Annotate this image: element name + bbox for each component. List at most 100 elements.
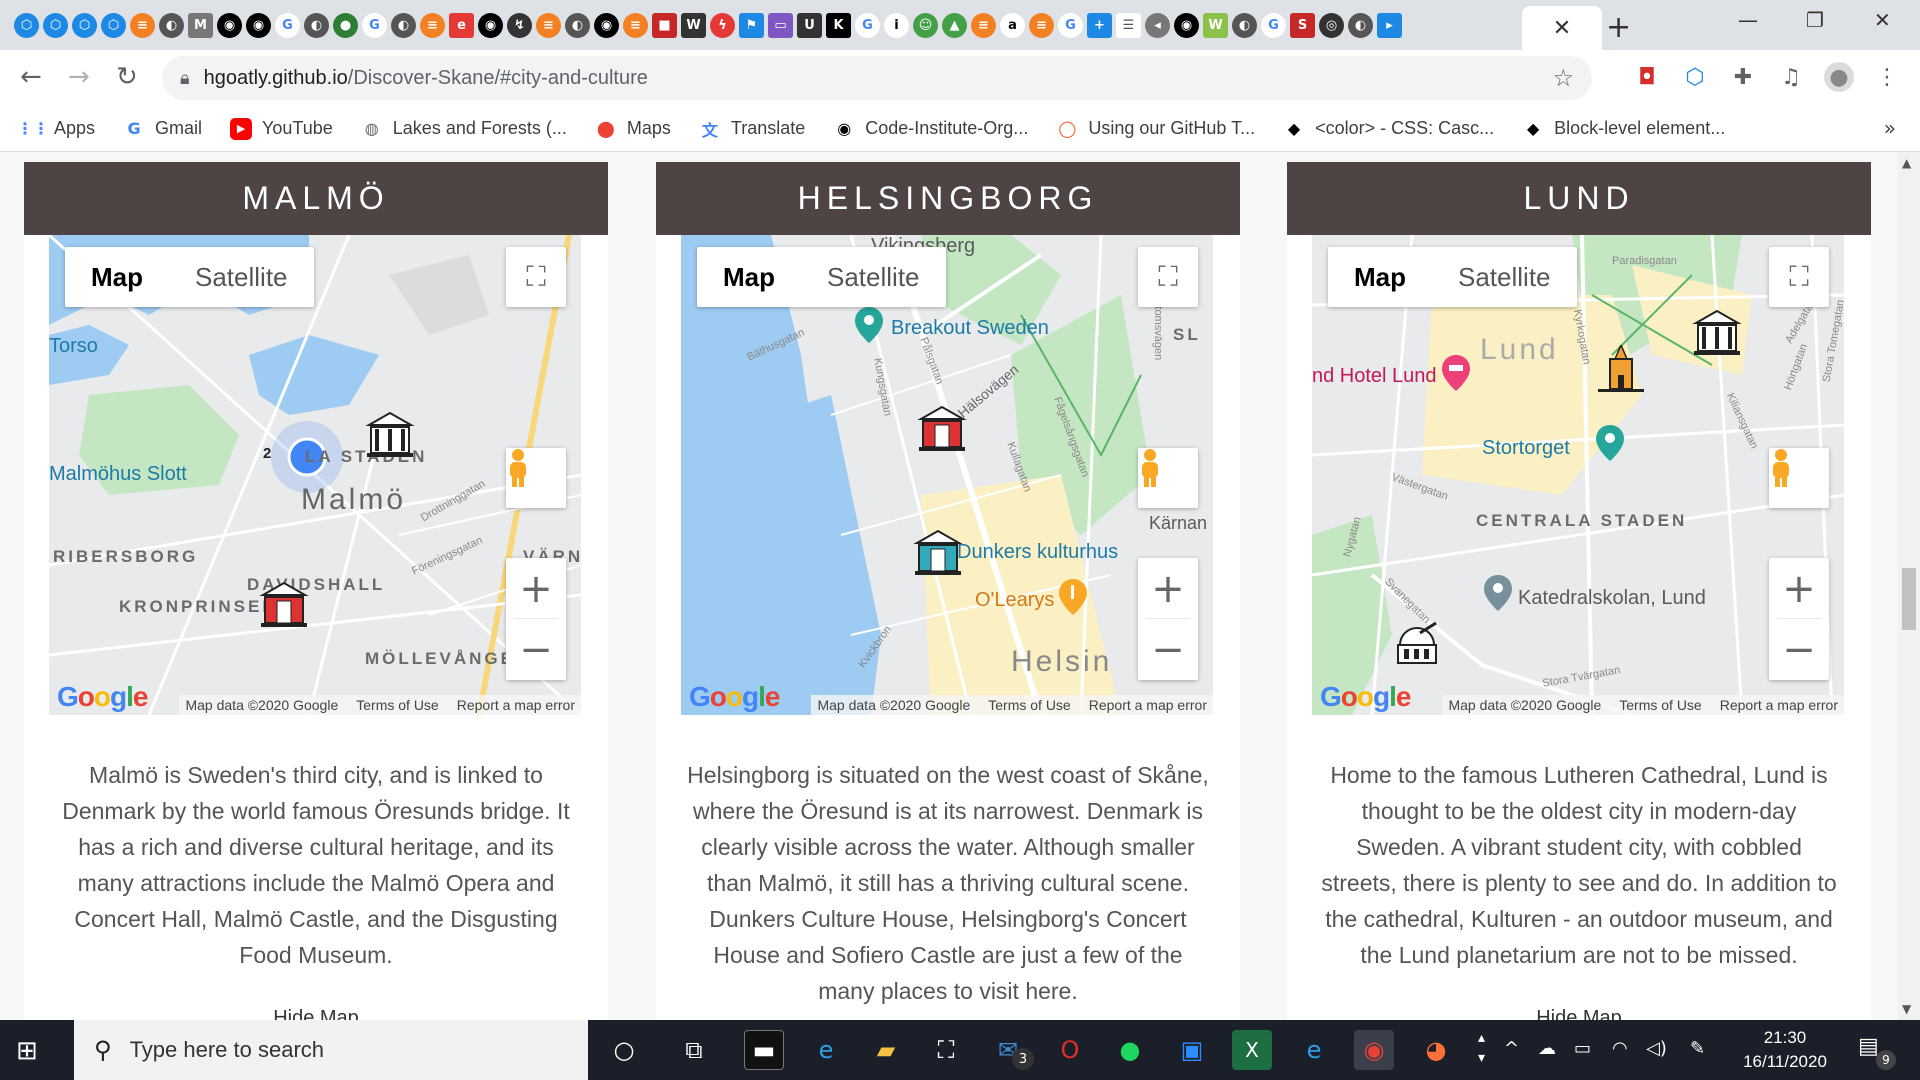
report-map-error-link[interactable]: Report a map error <box>1720 697 1838 713</box>
tab-favicon-icon[interactable]: i <box>884 12 909 38</box>
theatre-marker-icon[interactable] <box>917 405 967 453</box>
school-pin-icon[interactable] <box>1484 575 1512 611</box>
map-type-map-button[interactable]: Map <box>65 247 169 307</box>
tab-favicon-icon[interactable]: ⬡ <box>101 12 126 38</box>
planetarium-marker-icon[interactable] <box>1392 619 1442 667</box>
github-icon[interactable]: ◉ <box>246 12 271 38</box>
address-bar[interactable]: 🔒︎ hgoatly.github.io/Discover-Skane/#cit… <box>162 56 1592 100</box>
map-type-satellite-button[interactable]: Satellite <box>801 247 946 307</box>
reload-icon[interactable]: ↻ <box>116 62 138 92</box>
cathedral-marker-icon[interactable] <box>1596 345 1646 393</box>
tab-favicon-icon[interactable]: ≡ <box>971 12 996 38</box>
google-logo[interactable]: Google <box>57 681 148 713</box>
google-logo[interactable]: Google <box>1320 681 1411 713</box>
back-icon[interactable]: ← <box>20 62 42 92</box>
firefox-icon[interactable]: ◕ <box>1416 1030 1456 1070</box>
restaurant-pin-icon[interactable] <box>1059 579 1087 615</box>
fullscreen-icon[interactable]: ⛶ <box>1769 247 1829 307</box>
tab-favicon-icon[interactable]: ◂ <box>1145 12 1170 38</box>
fullscreen-icon[interactable]: ⛶ <box>1138 247 1198 307</box>
bookmark-lakes-and-forests[interactable]: ◍ Lakes and Forests (... <box>361 118 567 140</box>
pegman-icon[interactable] <box>1138 448 1198 508</box>
battery-icon[interactable]: ▭ <box>1574 1038 1591 1059</box>
bookmark-block-level[interactable]: ◆ Block-level element... <box>1522 118 1725 140</box>
taskbar-clock[interactable]: 21:30 16/11/2020 <box>1730 1026 1840 1074</box>
tab-favicon-icon[interactable]: K <box>826 12 851 38</box>
forward-icon[interactable]: → <box>68 62 90 92</box>
zoom-in-icon[interactable]: + <box>1769 558 1829 619</box>
bookmark-youtube[interactable]: ▶ YouTube <box>230 117 333 140</box>
google-icon[interactable]: G <box>1058 12 1083 38</box>
windows-start-icon[interactable]: ⊞ <box>16 1036 38 1066</box>
internet-explorer-icon[interactable]: e <box>1294 1030 1334 1070</box>
google-map[interactable]: Vikingsberg Breakout Sweden Dunkers kult… <box>681 235 1213 715</box>
terms-of-use-link[interactable]: Terms of Use <box>988 697 1070 713</box>
excel-icon[interactable]: X <box>1232 1030 1272 1070</box>
tab-favicon-icon[interactable]: W <box>681 12 706 38</box>
tab-favicon-icon[interactable]: ⚑ <box>739 12 764 38</box>
close-window-icon[interactable]: ✕ <box>1874 8 1891 32</box>
volume-icon[interactable]: ◁) <box>1646 1038 1667 1059</box>
file-explorer-icon[interactable]: ▰ <box>866 1030 906 1070</box>
task-view-icon[interactable]: ⧉ <box>674 1030 714 1070</box>
page-scrollbar[interactable]: ▲ ▼ <box>1898 152 1920 1020</box>
pen-icon[interactable]: ✎ <box>1690 1038 1705 1059</box>
tab-favicon-icon[interactable]: ≡ <box>130 12 155 38</box>
map-pin-icon[interactable] <box>1596 425 1624 461</box>
google-icon[interactable]: G <box>362 12 387 38</box>
android-icon[interactable]: ▲ <box>942 12 967 38</box>
bookmark-star-icon[interactable]: ☆ <box>1552 64 1574 92</box>
extensions-puzzle-icon[interactable]: ✚ <box>1728 62 1758 92</box>
tab-favicon-icon[interactable]: ◐ <box>1232 12 1257 38</box>
tab-favicon-icon[interactable]: ☺ <box>913 12 938 38</box>
map-type-satellite-button[interactable]: Satellite <box>1432 247 1577 307</box>
tab-favicon-icon[interactable]: M <box>188 12 213 38</box>
github-icon[interactable]: ◉ <box>217 12 242 38</box>
tab-favicon-icon[interactable]: ● <box>333 12 358 38</box>
restore-icon[interactable]: ❐ <box>1806 8 1824 32</box>
tab-favicon-icon[interactable]: ▸ <box>1377 12 1402 38</box>
tab-favicon-icon[interactable]: ≡ <box>536 12 561 38</box>
tab-favicon-icon[interactable]: S <box>1290 12 1315 38</box>
zoom-out-icon[interactable]: − <box>1769 619 1829 680</box>
bookmark-using-github[interactable]: ◯ Using our GitHub T... <box>1056 118 1255 140</box>
map-pin-icon[interactable] <box>855 307 883 343</box>
onedrive-icon[interactable]: ☁ <box>1538 1038 1556 1059</box>
tab-favicon-icon[interactable]: ◎ <box>1319 12 1344 38</box>
fullscreen-icon[interactable]: ⛶ <box>506 247 566 307</box>
tab-favicon-icon[interactable]: ◐ <box>159 12 184 38</box>
hide-map-button[interactable]: Hide Map <box>1287 1007 1871 1020</box>
store-icon[interactable]: ⛶ <box>926 1030 966 1070</box>
map-canvas[interactable] <box>681 235 1213 715</box>
hotel-pin-icon[interactable] <box>1442 355 1470 391</box>
opera-icon[interactable]: O <box>1050 1030 1090 1070</box>
google-icon[interactable]: G <box>855 12 880 38</box>
github-icon[interactable]: ◉ <box>1174 12 1199 38</box>
tab-favicon-icon[interactable]: e <box>449 12 474 38</box>
tab-favicon-icon[interactable]: ◐ <box>1348 12 1373 38</box>
tab-favicon-icon[interactable]: U <box>797 12 822 38</box>
google-icon[interactable]: G <box>1261 12 1286 38</box>
github-icon[interactable]: ◉ <box>478 12 503 38</box>
tab-favicon-icon[interactable]: ☰ <box>1116 12 1141 38</box>
menu-kebab-icon[interactable]: ⋮ <box>1872 62 1902 92</box>
bookmark-maps[interactable]: ⬤ Maps <box>595 118 671 140</box>
terms-of-use-link[interactable]: Terms of Use <box>1619 697 1701 713</box>
tab-favicon-icon[interactable]: ≡ <box>623 12 648 38</box>
bookmark-apps[interactable]: ⋮⋮ Apps <box>17 118 95 140</box>
show-hidden-icons-icon[interactable]: ^ <box>1504 1038 1519 1059</box>
amazon-icon[interactable]: a <box>1000 12 1025 38</box>
profile-avatar-icon[interactable]: ● <box>1824 62 1854 92</box>
google-logo[interactable]: Google <box>689 681 780 713</box>
scroll-up-icon[interactable]: ▲ <box>1902 156 1911 170</box>
active-tab[interactable]: ✕ <box>1522 6 1602 50</box>
museum-marker-icon[interactable] <box>1692 309 1742 357</box>
tab-favicon-icon[interactable]: ↯ <box>507 12 532 38</box>
tab-favicon-icon[interactable]: + <box>1087 12 1112 38</box>
google-map[interactable]: nd Hotel Lund Lund Stortorget CENTRALA S… <box>1312 235 1844 715</box>
zoom-app-icon[interactable]: ▣ <box>1172 1030 1212 1070</box>
hide-map-button[interactable]: Hide Map <box>24 1007 608 1020</box>
github-icon[interactable]: ◉ <box>594 12 619 38</box>
report-map-error-link[interactable]: Report a map error <box>1089 697 1207 713</box>
bookmark-gmail[interactable]: G Gmail <box>123 118 202 140</box>
